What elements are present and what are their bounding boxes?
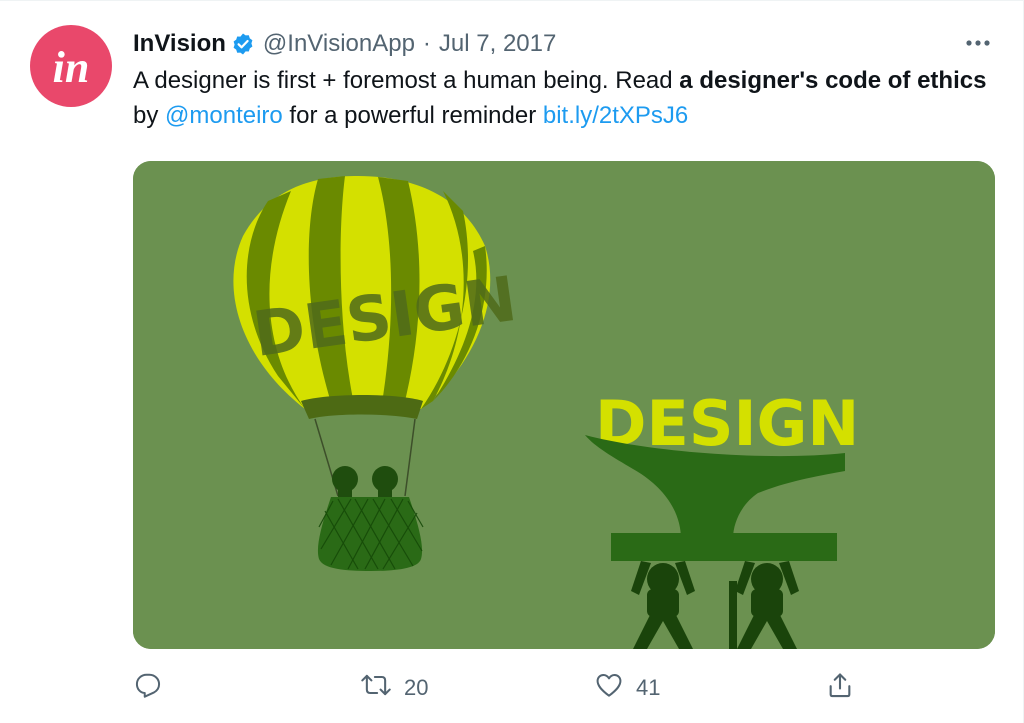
like-count: 41 xyxy=(636,675,661,700)
author-avatar[interactable]: in xyxy=(30,25,112,107)
mention-link[interactable]: @monteiro xyxy=(165,102,283,129)
retweet-count: 20 xyxy=(404,675,429,700)
tweet-header: InVision @InVisionApp · Jul 7, 2017 xyxy=(133,27,556,61)
heart-icon xyxy=(594,671,624,705)
retweet-button[interactable]: 20 xyxy=(360,666,428,710)
retweet-icon xyxy=(360,671,392,705)
avatar-logo-text: in xyxy=(53,43,90,92)
author-name[interactable]: InVision xyxy=(133,30,226,58)
invision-logo-icon: in xyxy=(53,43,90,92)
reply-icon xyxy=(134,671,162,705)
tweet-date[interactable]: Jul 7, 2017 xyxy=(439,30,556,58)
share-icon xyxy=(826,671,854,705)
tweet-text-part2: by xyxy=(133,102,166,129)
tweet-text-part1: A designer is first + foremost a human b… xyxy=(133,67,680,94)
separator-dot: · xyxy=(422,30,431,57)
tweet-text: A designer is first + foremost a human b… xyxy=(133,63,993,133)
like-button[interactable]: 41 xyxy=(594,666,660,710)
tweet-card[interactable]: in InVision @InVisionApp · Jul 7, 2017 A… xyxy=(0,0,1024,723)
share-button[interactable] xyxy=(826,666,854,710)
tweet-media-image[interactable]: DESIGN DESIGN xyxy=(133,161,995,649)
tweet-text-bold: a designer's code of ethics xyxy=(679,67,987,94)
verified-badge-icon xyxy=(231,32,255,56)
tweet-actions: 20 41 xyxy=(0,666,1024,710)
author-handle[interactable]: @InVisionApp xyxy=(263,30,415,58)
tweet-text-part3: for a powerful reminder xyxy=(282,102,543,129)
design-illustration: DESIGN DESIGN xyxy=(133,161,995,649)
more-options-icon[interactable] xyxy=(960,31,996,55)
reply-button[interactable] xyxy=(134,666,162,710)
url-link[interactable]: bit.ly/2tXPsJ6 xyxy=(543,102,688,129)
